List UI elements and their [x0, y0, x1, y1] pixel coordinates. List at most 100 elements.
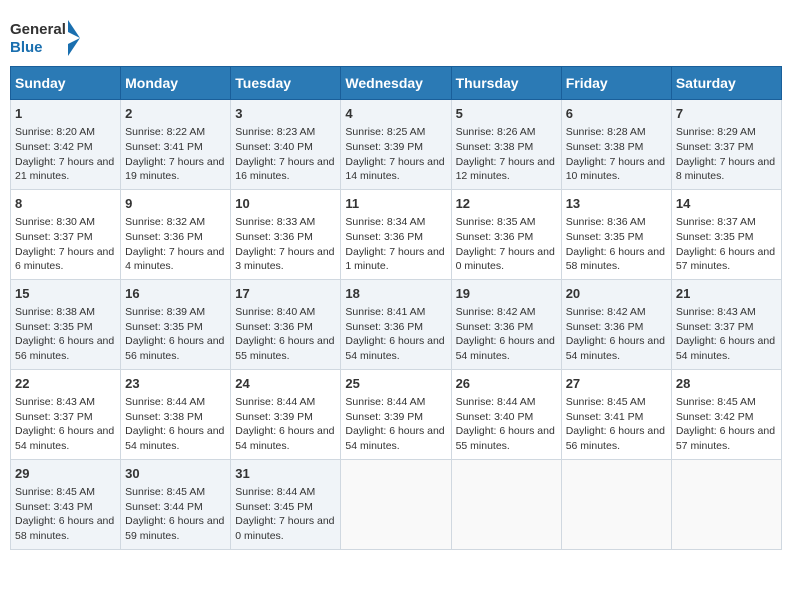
svg-text:Blue: Blue [10, 39, 43, 56]
day-number: 8 [15, 195, 116, 213]
sunrise-text: Sunrise: 8:34 AM [345, 216, 425, 228]
daylight-text: Daylight: 7 hours and 1 minute. [345, 246, 444, 273]
sunrise-text: Sunrise: 8:37 AM [676, 216, 756, 228]
calendar-cell: 16Sunrise: 8:39 AMSunset: 3:35 PMDayligh… [121, 279, 231, 369]
sunrise-text: Sunrise: 8:35 AM [456, 216, 536, 228]
daylight-text: Daylight: 7 hours and 16 minutes. [235, 156, 334, 183]
sunset-text: Sunset: 3:38 PM [566, 141, 644, 153]
sunrise-text: Sunrise: 8:41 AM [345, 306, 425, 318]
daylight-text: Daylight: 7 hours and 3 minutes. [235, 246, 334, 273]
sunset-text: Sunset: 3:42 PM [676, 411, 754, 423]
daylight-text: Daylight: 6 hours and 56 minutes. [15, 335, 114, 362]
day-number: 23 [125, 375, 226, 393]
day-number: 7 [676, 105, 777, 123]
sunrise-text: Sunrise: 8:45 AM [566, 396, 646, 408]
sunrise-text: Sunrise: 8:45 AM [125, 486, 205, 498]
calendar-cell: 9 Sunrise: 8:32 AM Sunset: 3:36 PM Daylight… [121, 189, 231, 279]
calendar-cell: 15Sunrise: 8:38 AMSunset: 3:35 PMDayligh… [11, 279, 121, 369]
calendar-cell: 30 Sunrise: 8:45 AM Sunset: 3:44 PM Dayligh… [121, 459, 231, 549]
calendar-cell: 12Sunrise: 8:35 AMSunset: 3:36 PMDayligh… [451, 189, 561, 279]
daylight-text: Daylight: 6 hours and 57 minutes. [676, 246, 775, 273]
calendar-cell: 18Sunrise: 8:41 AMSunset: 3:36 PMDayligh… [341, 279, 451, 369]
daylight-text: Daylight: 7 hours and 4 minutes. [125, 246, 224, 273]
daylight-text: Daylight: 6 hours and 59 minutes. [125, 515, 224, 542]
header-saturday: Saturday [671, 67, 781, 100]
day-number: 20 [566, 285, 667, 303]
daylight-text: Daylight: 6 hours and 56 minutes. [566, 425, 665, 452]
sunrise-text: Sunrise: 8:32 AM [125, 216, 205, 228]
week-row-3: 15Sunrise: 8:38 AMSunset: 3:35 PMDayligh… [11, 279, 782, 369]
header-tuesday: Tuesday [231, 67, 341, 100]
header-thursday: Thursday [451, 67, 561, 100]
calendar-cell: 28Sunrise: 8:45 AMSunset: 3:42 PMDayligh… [671, 369, 781, 459]
sunset-text: Sunset: 3:39 PM [345, 141, 423, 153]
sunrise-text: Sunrise: 8:44 AM [456, 396, 536, 408]
calendar-cell: 25Sunrise: 8:44 AMSunset: 3:39 PMDayligh… [341, 369, 451, 459]
calendar-cell: 21Sunrise: 8:43 AMSunset: 3:37 PMDayligh… [671, 279, 781, 369]
day-number: 3 [235, 105, 336, 123]
calendar-cell: 31Sunrise: 8:44 AMSunset: 3:45 PMDayligh… [231, 459, 341, 549]
sunset-text: Sunset: 3:39 PM [235, 411, 313, 423]
sunset-text: Sunset: 3:36 PM [345, 231, 423, 243]
sunrise-text: Sunrise: 8:30 AM [15, 216, 95, 228]
sunrise-text: Sunrise: 8:26 AM [456, 126, 536, 138]
sunrise-text: Sunrise: 8:28 AM [566, 126, 646, 138]
header-sunday: Sunday [11, 67, 121, 100]
sunset-text: Sunset: 3:36 PM [125, 231, 203, 243]
calendar-cell: 7Sunrise: 8:29 AMSunset: 3:37 PMDaylight… [671, 100, 781, 190]
logo: General Blue [10, 16, 82, 60]
day-number: 18 [345, 285, 446, 303]
daylight-text: Daylight: 6 hours and 54 minutes. [456, 335, 555, 362]
calendar-cell: 5Sunrise: 8:26 AMSunset: 3:38 PMDaylight… [451, 100, 561, 190]
sunrise-text: Sunrise: 8:45 AM [676, 396, 756, 408]
daylight-text: Daylight: 7 hours and 0 minutes. [235, 515, 334, 542]
day-number: 6 [566, 105, 667, 123]
calendar-cell: 10 Sunrise: 8:33 AM Sunset: 3:36 PM Dayligh… [231, 189, 341, 279]
sunrise-text: Sunrise: 8:42 AM [566, 306, 646, 318]
sunset-text: Sunset: 3:38 PM [125, 411, 203, 423]
sunset-text: Sunset: 3:43 PM [15, 501, 93, 513]
day-number: 29 [15, 465, 116, 483]
daylight-text: Daylight: 6 hours and 58 minutes. [566, 246, 665, 273]
week-row-1: 1Sunrise: 8:20 AMSunset: 3:42 PMDaylight… [11, 100, 782, 190]
sunset-text: Sunset: 3:41 PM [125, 141, 203, 153]
calendar-cell: 23Sunrise: 8:44 AMSunset: 3:38 PMDayligh… [121, 369, 231, 459]
day-number: 10 [235, 195, 336, 213]
day-number: 21 [676, 285, 777, 303]
header-monday: Monday [121, 67, 231, 100]
sunset-text: Sunset: 3:44 PM [125, 501, 203, 513]
sunset-text: Sunset: 3:36 PM [235, 231, 313, 243]
calendar-cell: 6Sunrise: 8:28 AMSunset: 3:38 PMDaylight… [561, 100, 671, 190]
sunrise-text: Sunrise: 8:43 AM [15, 396, 95, 408]
day-number: 1 [15, 105, 116, 123]
sunrise-text: Sunrise: 8:44 AM [125, 396, 205, 408]
sunrise-text: Sunrise: 8:39 AM [125, 306, 205, 318]
sunset-text: Sunset: 3:36 PM [235, 321, 313, 333]
daylight-text: Daylight: 6 hours and 54 minutes. [676, 335, 775, 362]
sunset-text: Sunset: 3:36 PM [345, 321, 423, 333]
daylight-text: Daylight: 7 hours and 14 minutes. [345, 156, 444, 183]
calendar-cell: 4Sunrise: 8:25 AMSunset: 3:39 PMDaylight… [341, 100, 451, 190]
daylight-text: Daylight: 7 hours and 8 minutes. [676, 156, 775, 183]
day-number: 30 [125, 465, 226, 483]
sunrise-text: Sunrise: 8:33 AM [235, 216, 315, 228]
header-friday: Friday [561, 67, 671, 100]
daylight-text: Daylight: 6 hours and 54 minutes. [235, 425, 334, 452]
sunset-text: Sunset: 3:41 PM [566, 411, 644, 423]
sunset-text: Sunset: 3:35 PM [676, 231, 754, 243]
day-number: 14 [676, 195, 777, 213]
sunset-text: Sunset: 3:37 PM [15, 231, 93, 243]
sunrise-text: Sunrise: 8:38 AM [15, 306, 95, 318]
sunset-text: Sunset: 3:38 PM [456, 141, 534, 153]
sunrise-text: Sunrise: 8:45 AM [15, 486, 95, 498]
day-number: 4 [345, 105, 446, 123]
calendar-cell: 20Sunrise: 8:42 AMSunset: 3:36 PMDayligh… [561, 279, 671, 369]
calendar-cell [561, 459, 671, 549]
daylight-text: Daylight: 6 hours and 58 minutes. [15, 515, 114, 542]
day-number: 24 [235, 375, 336, 393]
week-row-4: 22Sunrise: 8:43 AMSunset: 3:37 PMDayligh… [11, 369, 782, 459]
sunset-text: Sunset: 3:36 PM [566, 321, 644, 333]
sunrise-text: Sunrise: 8:44 AM [235, 396, 315, 408]
calendar-cell [671, 459, 781, 549]
day-number: 9 [125, 195, 226, 213]
